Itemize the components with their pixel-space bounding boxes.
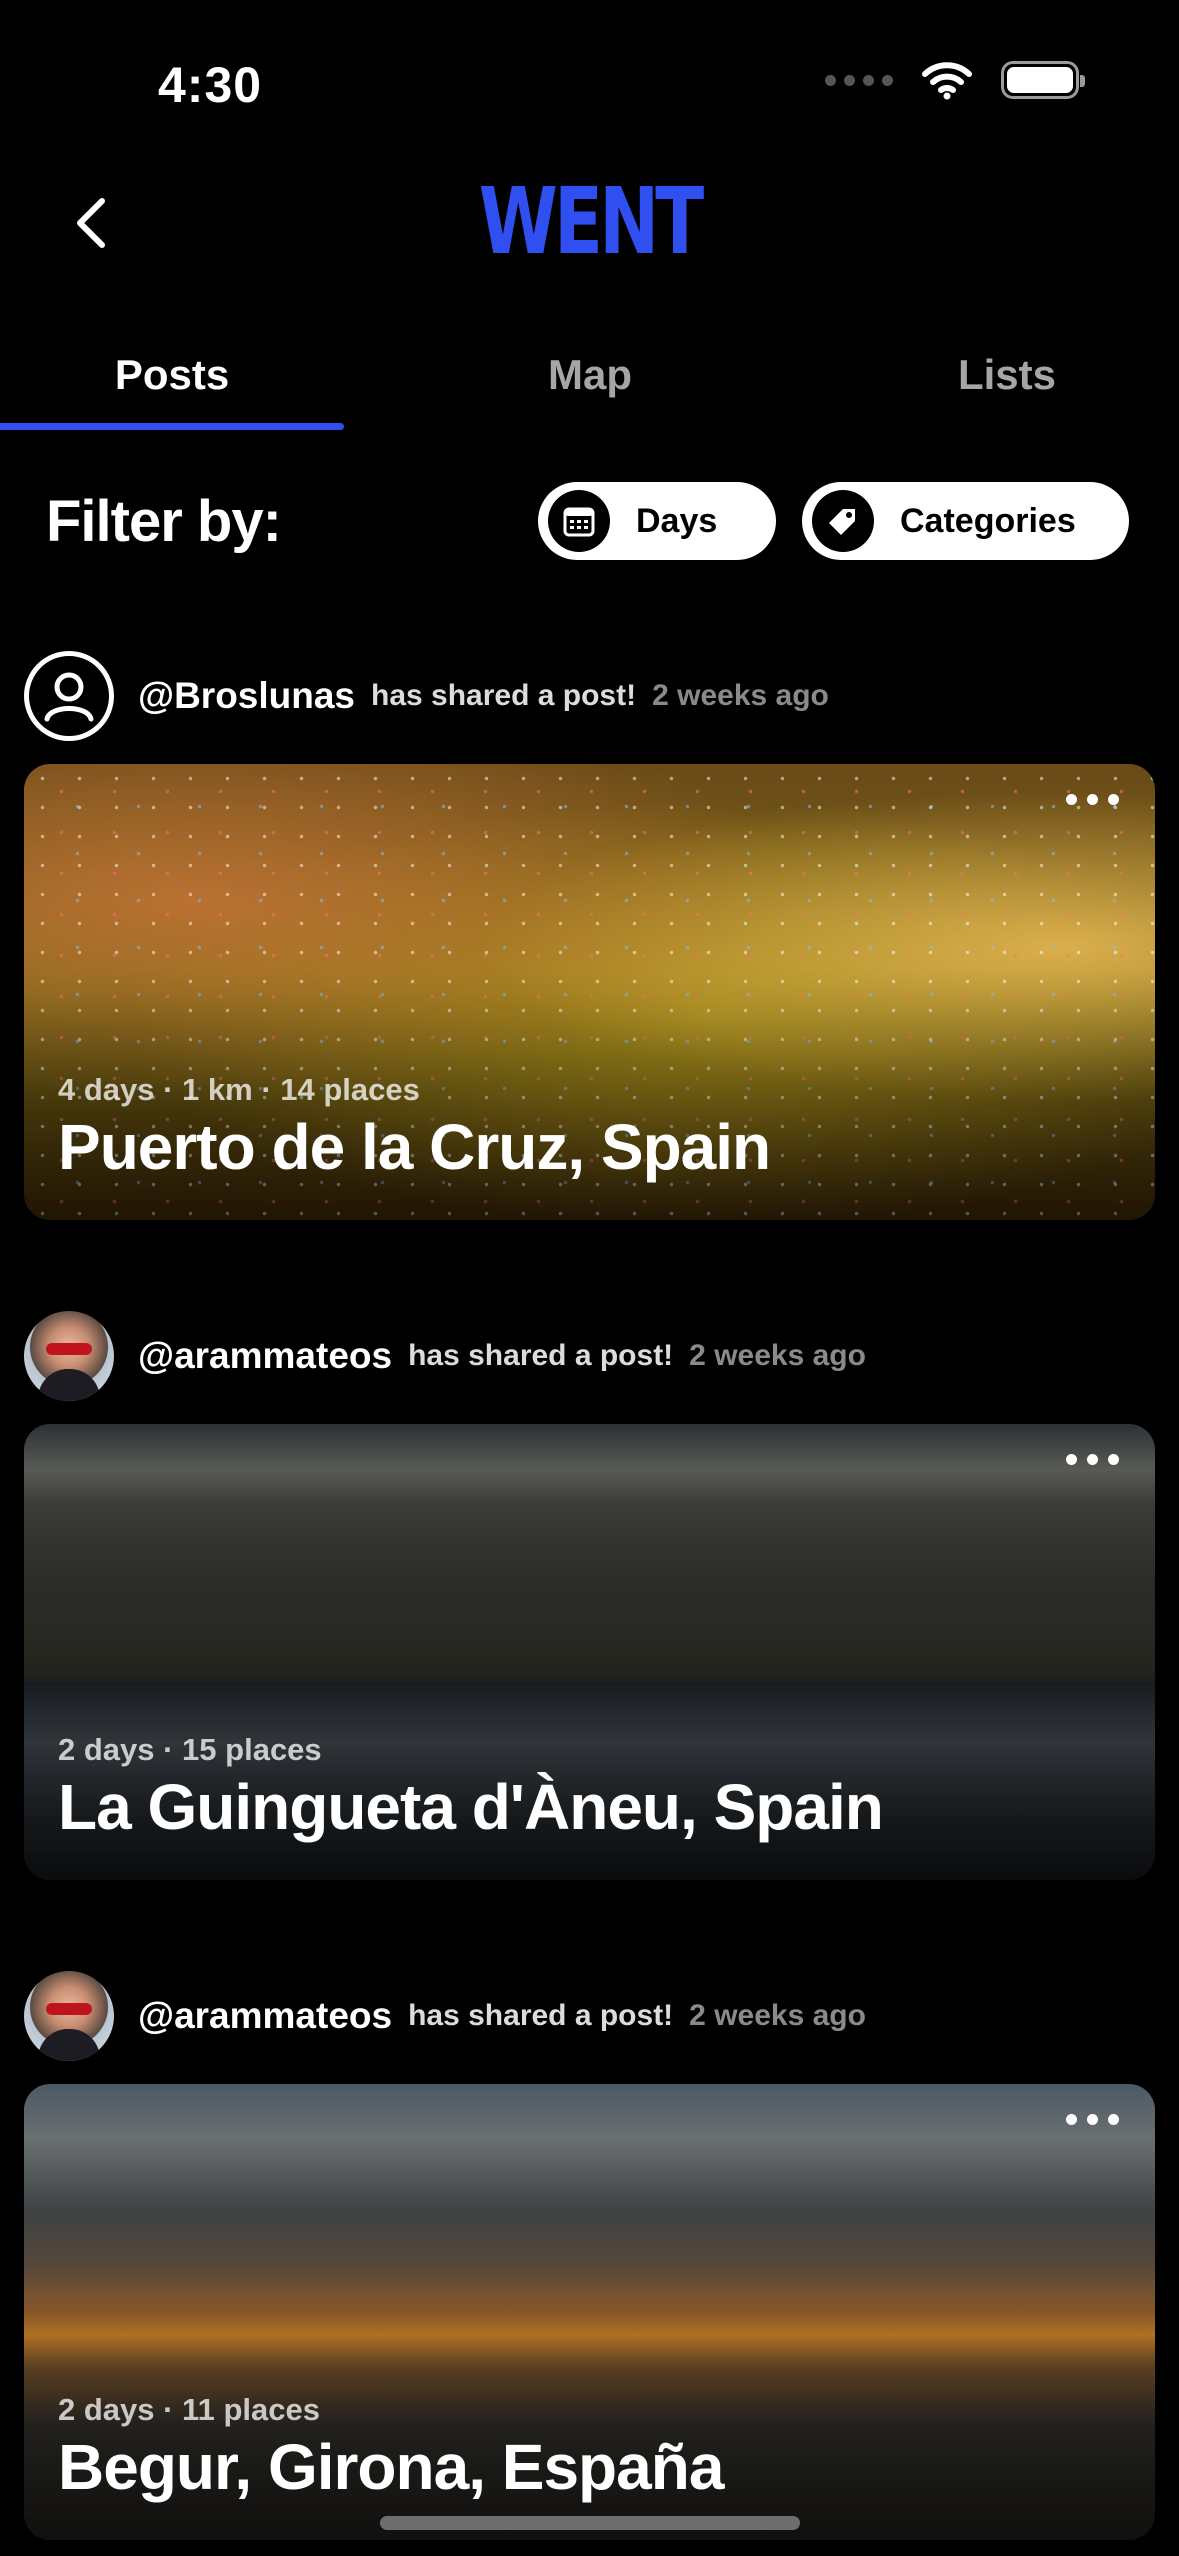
post-meta: 2 days · 15 places xyxy=(58,1732,322,1767)
avatar[interactable] xyxy=(24,1971,114,2061)
post-time-ago: 2 weeks ago xyxy=(689,1999,866,2032)
days-filter-chip[interactable]: Days xyxy=(538,482,776,560)
status-indicators xyxy=(825,60,1085,100)
more-options-button[interactable] xyxy=(1060,1448,1125,1471)
post-header: @arammateos has shared a post! 2 weeks a… xyxy=(24,1310,866,1402)
battery-icon xyxy=(1001,61,1085,99)
avatar[interactable] xyxy=(24,651,114,741)
tag-icon xyxy=(812,490,874,552)
post-header: @Broslunas has shared a post! 2 weeks ag… xyxy=(24,650,829,742)
days-chip-label: Days xyxy=(636,501,718,540)
cellular-signal-icon xyxy=(825,74,893,86)
post-action-text: has shared a post! xyxy=(408,1339,674,1372)
post-username[interactable]: @Broslunas xyxy=(138,675,355,717)
post-title: Begur, Girona, España xyxy=(58,2431,724,2503)
avatar[interactable] xyxy=(24,1311,114,1401)
calendar-icon xyxy=(548,490,610,552)
user-icon xyxy=(44,672,94,722)
post-username[interactable]: @arammateos xyxy=(138,1335,392,1377)
post-header: @arammateos has shared a post! 2 weeks a… xyxy=(24,1970,866,2062)
chevron-left-icon xyxy=(77,198,105,248)
wifi-icon xyxy=(922,62,972,100)
post-time-ago: 2 weeks ago xyxy=(652,679,829,712)
home-indicator[interactable] xyxy=(380,2516,800,2530)
post-time-ago: 2 weeks ago xyxy=(689,1339,866,1372)
more-options-button[interactable] xyxy=(1060,2108,1125,2131)
categories-filter-chip[interactable]: Categories xyxy=(802,482,1129,560)
post-card[interactable]: 4 days · 1 km · 14 places Puerto de la C… xyxy=(24,764,1155,1220)
categories-chip-label: Categories xyxy=(900,501,1076,540)
post-card[interactable]: 2 days · 15 places La Guingueta d'Àneu, … xyxy=(24,1424,1155,1880)
post-action-text: has shared a post! xyxy=(408,1999,674,2032)
post-title: Puerto de la Cruz, Spain xyxy=(58,1111,771,1183)
post-username[interactable]: @arammateos xyxy=(138,1995,392,2037)
post-meta: 2 days · 11 places xyxy=(58,2392,320,2427)
more-options-button[interactable] xyxy=(1060,788,1125,811)
post-card[interactable]: 2 days · 11 places Begur, Girona, España xyxy=(24,2084,1155,2540)
filter-label: Filter by: xyxy=(46,489,282,554)
tab-map[interactable]: Map xyxy=(418,325,762,425)
app-logo: WENT xyxy=(478,168,704,275)
active-tab-indicator xyxy=(0,423,344,430)
tab-bar: Posts Map Lists xyxy=(0,325,1179,435)
post-title: La Guingueta d'Àneu, Spain xyxy=(58,1771,884,1843)
post-action-text: has shared a post! xyxy=(371,679,637,712)
tab-lists[interactable]: Lists xyxy=(835,325,1179,425)
status-time: 4:30 xyxy=(158,57,263,113)
back-button[interactable] xyxy=(60,188,120,258)
post-meta: 4 days · 1 km · 14 places xyxy=(58,1072,420,1107)
screen: 4:30 WENT Posts Map Lists Filter by: Day… xyxy=(0,0,1179,2556)
tab-posts[interactable]: Posts xyxy=(0,325,344,425)
